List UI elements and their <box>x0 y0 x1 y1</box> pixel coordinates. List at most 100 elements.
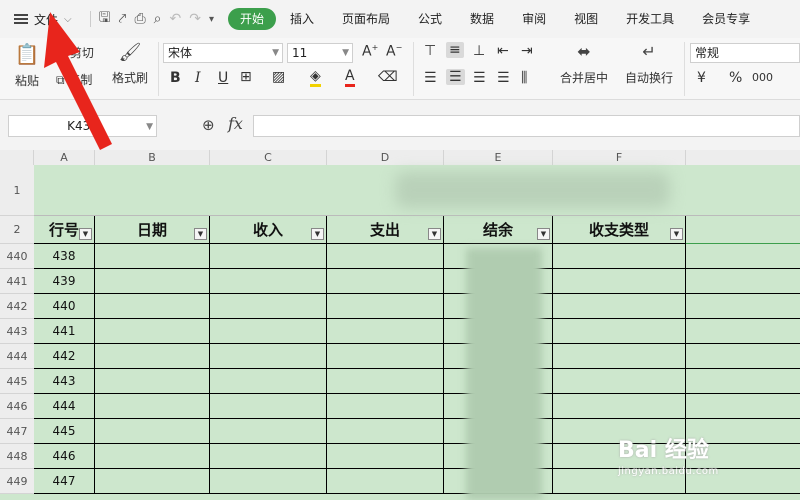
table-cell[interactable] <box>210 344 327 369</box>
header-cell[interactable]: 支出 ▼ <box>327 216 444 244</box>
fill-color-icon[interactable]: ◈ <box>310 68 321 87</box>
row-header-title[interactable]: 1 <box>0 165 34 216</box>
row-header[interactable]: 448 <box>0 444 34 469</box>
align-bottom-icon[interactable]: ⊥ <box>473 43 485 59</box>
table-cell[interactable] <box>686 394 800 419</box>
table-cell[interactable] <box>553 344 686 369</box>
table-cell[interactable] <box>686 344 800 369</box>
table-cell[interactable] <box>210 294 327 319</box>
paste-button[interactable]: 📋 粘贴 <box>10 42 44 89</box>
print-preview-icon[interactable]: ⌕ <box>154 11 162 27</box>
align-top-icon[interactable]: ⊤ <box>424 43 436 59</box>
bold-icon[interactable]: B <box>170 70 181 86</box>
tab-formulas[interactable]: 公式 <box>404 8 456 30</box>
row-number-cell[interactable]: 447 <box>34 469 95 494</box>
font-color-icon[interactable]: A <box>345 68 355 87</box>
row-number-cell[interactable]: 442 <box>34 344 95 369</box>
table-cell[interactable] <box>686 319 800 344</box>
table-cell[interactable] <box>686 369 800 394</box>
filter-dropdown-icon[interactable]: ▼ <box>537 228 550 240</box>
select-all-corner[interactable] <box>0 150 34 165</box>
row-number-cell[interactable]: 445 <box>34 419 95 444</box>
table-cell[interactable] <box>210 419 327 444</box>
table-cell[interactable] <box>553 369 686 394</box>
tab-member[interactable]: 会员专享 <box>688 8 764 30</box>
customize-toolbar-icon[interactable]: ▾ <box>209 14 214 25</box>
table-cell[interactable] <box>210 244 327 269</box>
formula-input[interactable] <box>253 115 800 137</box>
wrap-text-button[interactable]: ↵ 自动换行 <box>622 42 676 86</box>
table-cell[interactable] <box>95 444 210 469</box>
row-header[interactable]: 445 <box>0 369 34 394</box>
header-cell[interactable]: 行号 ▼ <box>34 216 95 244</box>
tab-view[interactable]: 视图 <box>560 8 612 30</box>
increase-font-icon[interactable]: A+ <box>362 43 378 60</box>
tab-home[interactable]: 开始 <box>227 8 276 30</box>
tab-insert[interactable]: 插入 <box>276 8 328 30</box>
table-cell[interactable] <box>95 319 210 344</box>
table-cell[interactable] <box>686 244 800 269</box>
tab-review[interactable]: 审阅 <box>508 8 560 30</box>
row-header-header[interactable]: 2 <box>0 216 34 244</box>
justify-icon[interactable]: ☰ <box>497 70 510 86</box>
table-cell[interactable] <box>95 369 210 394</box>
table-cell[interactable] <box>327 444 444 469</box>
row-header[interactable]: 444 <box>0 344 34 369</box>
row-number-cell[interactable]: 440 <box>34 294 95 319</box>
table-cell[interactable] <box>95 244 210 269</box>
table-cell[interactable] <box>210 269 327 294</box>
filter-dropdown-icon[interactable]: ▼ <box>428 228 441 240</box>
merge-center-button[interactable]: ⬌ 合并居中 <box>555 42 613 86</box>
column-header-a[interactable]: A <box>34 150 95 165</box>
table-cell[interactable] <box>95 394 210 419</box>
align-left-icon[interactable]: ☰ <box>424 70 437 86</box>
table-cell[interactable] <box>327 294 444 319</box>
tab-data[interactable]: 数据 <box>456 8 508 30</box>
borders-icon[interactable]: ⊞ <box>240 69 252 85</box>
table-cell[interactable] <box>210 319 327 344</box>
table-cell[interactable] <box>553 294 686 319</box>
filter-dropdown-icon[interactable]: ▼ <box>79 228 92 240</box>
table-cell[interactable] <box>95 344 210 369</box>
tab-developer[interactable]: 开发工具 <box>612 8 688 30</box>
table-cell[interactable] <box>95 269 210 294</box>
row-header[interactable]: 443 <box>0 319 34 344</box>
print-icon[interactable]: ⎙ <box>134 11 145 27</box>
row-number-cell[interactable]: 439 <box>34 269 95 294</box>
table-cell[interactable] <box>210 469 327 494</box>
cell-style-icon[interactable]: ▨ <box>272 69 285 85</box>
font-size-select[interactable]: 11 ▼ <box>287 43 353 63</box>
table-cell[interactable] <box>95 294 210 319</box>
table-cell[interactable] <box>327 469 444 494</box>
column-header-c[interactable]: C <box>210 150 327 165</box>
align-center-icon[interactable]: ☰ <box>446 69 465 85</box>
row-header[interactable]: 441 <box>0 269 34 294</box>
currency-icon[interactable]: ¥ <box>697 70 706 86</box>
row-number-cell[interactable]: 446 <box>34 444 95 469</box>
row-header[interactable]: 447 <box>0 419 34 444</box>
filter-dropdown-icon[interactable]: ▼ <box>194 228 207 240</box>
table-cell[interactable] <box>327 319 444 344</box>
header-cell[interactable]: 收支类型 ▼ <box>553 216 686 244</box>
row-header[interactable]: 442 <box>0 294 34 319</box>
table-cell[interactable] <box>95 419 210 444</box>
row-header[interactable]: 446 <box>0 394 34 419</box>
header-cell[interactable]: 结余 ▼ <box>444 216 553 244</box>
header-cell[interactable]: 日期 ▼ <box>95 216 210 244</box>
table-cell[interactable] <box>327 344 444 369</box>
clear-format-icon[interactable]: ⌫ <box>378 69 398 85</box>
row-number-cell[interactable]: 441 <box>34 319 95 344</box>
table-cell[interactable] <box>327 269 444 294</box>
number-format-select[interactable]: 常规 <box>690 43 800 63</box>
column-header-e[interactable]: E <box>444 150 553 165</box>
table-cell[interactable] <box>553 394 686 419</box>
filter-dropdown-icon[interactable]: ▼ <box>670 228 683 240</box>
table-cell[interactable] <box>210 369 327 394</box>
table-cell[interactable] <box>553 319 686 344</box>
distribute-icon[interactable]: ⫼ <box>521 70 527 86</box>
row-number-cell[interactable]: 443 <box>34 369 95 394</box>
indent-icon[interactable]: ⇥ <box>521 43 533 59</box>
row-number-cell[interactable]: 438 <box>34 244 95 269</box>
tab-page-layout[interactable]: 页面布局 <box>328 8 404 30</box>
percent-icon[interactable]: % <box>729 70 742 86</box>
